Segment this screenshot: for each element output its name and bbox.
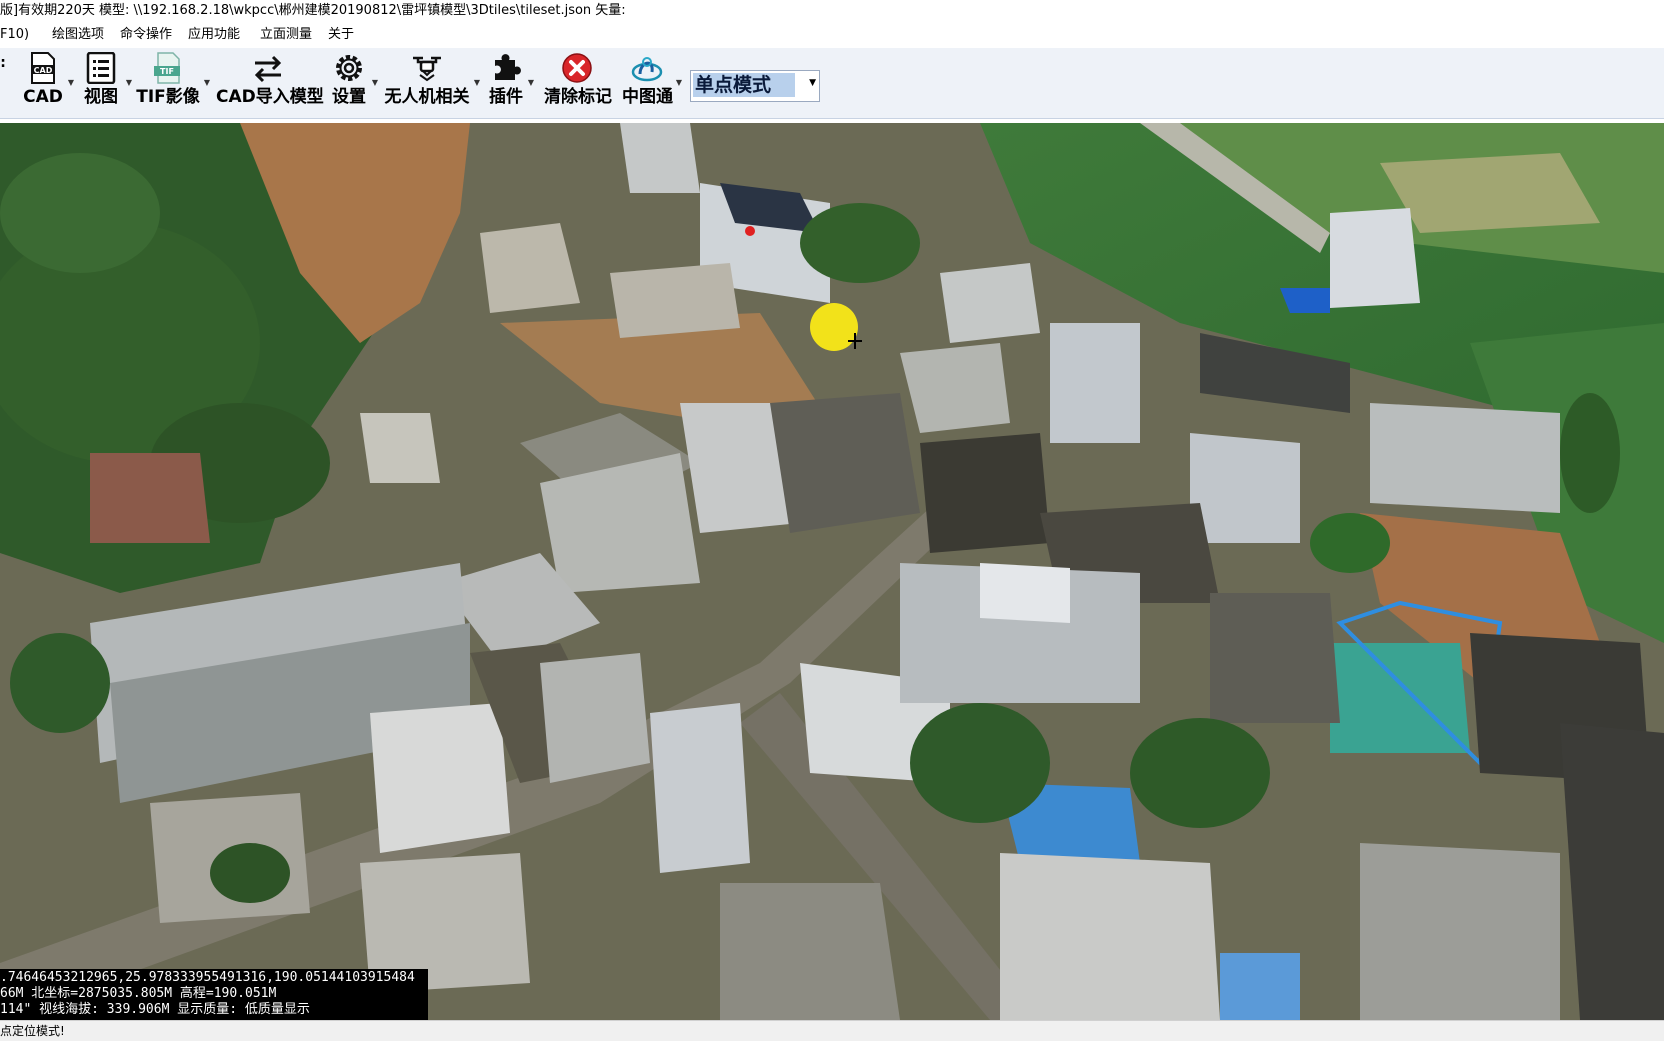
drone-label: 无人机相关 (384, 87, 470, 107)
cad-button[interactable]: CAD CAD ▼ (22, 52, 74, 114)
drone-button[interactable]: 无人机相关 ▼ (384, 52, 480, 114)
chevron-down-icon[interactable]: ▼ (372, 78, 378, 87)
chevron-down-icon[interactable]: ▼ (809, 78, 816, 88)
gear-icon (330, 52, 368, 86)
tif-image-label: TIF影像 (136, 87, 200, 107)
svg-text:TIF: TIF (160, 67, 174, 76)
tif-file-icon: TIF (136, 52, 200, 86)
zhongtutong-button[interactable]: 中图通 ▼ (622, 52, 682, 114)
chevron-down-icon[interactable]: ▼ (126, 78, 132, 87)
aerial-city-model (0, 123, 1664, 1020)
plugin-label: 插件 (489, 87, 523, 107)
svg-text:CAD: CAD (34, 66, 53, 75)
coordinate-line-northing: 66M 北坐标=2875035.805M 高程=190.051M (0, 986, 277, 1001)
view-label: 视图 (84, 87, 118, 107)
toolbar-partial-button[interactable]: : (0, 52, 6, 114)
tif-image-button[interactable]: TIF TIF影像 ▼ (136, 52, 210, 114)
title-bar: 版]有效期220天 模型: \\192.168.2.18\wkpcc\郴州建模2… (0, 0, 1664, 22)
status-text: 点定位模式! (0, 1024, 65, 1038)
menu-item-shortcut[interactable]: F10) (0, 22, 29, 48)
view-list-icon (80, 51, 122, 86)
cad-label: CAD (23, 87, 63, 107)
clear-marks-button[interactable]: 清除标记 (544, 52, 612, 114)
mode-select-value: 单点模式 (693, 73, 795, 97)
cad-icon: CAD (22, 52, 64, 86)
zhongtutong-logo-icon (622, 52, 672, 86)
chevron-down-icon[interactable]: ▼ (676, 78, 682, 87)
chevron-down-icon[interactable]: ▼ (204, 78, 210, 87)
settings-label: 设置 (332, 87, 366, 107)
chevron-down-icon[interactable]: ▼ (68, 78, 74, 87)
toolbar: : CAD CAD ▼ 视图 ▼ TIF TIF影像 ▼ CAD导入模型 设置 … (0, 48, 1664, 119)
coordinate-line-altitude: 114" 视线海拔: 339.906M 显示质量: 低质量显示 (0, 1002, 310, 1017)
mode-select[interactable]: 单点模式 ▼ (690, 70, 820, 102)
red-x-icon (544, 52, 610, 86)
location-marker (810, 303, 858, 351)
cad-import-model-button[interactable]: CAD导入模型 (216, 52, 324, 114)
plugin-button[interactable]: 插件 ▼ (488, 52, 534, 114)
coordinate-line-lonlat: .74646453212965,25.978333955491316,190.0… (0, 970, 415, 985)
menu-item-about[interactable]: 关于 (328, 22, 354, 48)
chevron-down-icon[interactable]: ▼ (474, 78, 480, 87)
coordinate-readout-panel: .74646453212965,25.978333955491316,190.0… (0, 969, 428, 1021)
menu-bar: F10) 绘图选项 命令操作 应用功能 立面测量 关于 (0, 22, 1664, 48)
swap-arrows-icon (216, 52, 320, 86)
zhongtutong-label: 中图通 (622, 87, 673, 107)
drone-icon (384, 52, 470, 86)
menu-item-command[interactable]: 命令操作 (120, 22, 172, 48)
view-button[interactable]: 视图 ▼ (80, 51, 132, 114)
puzzle-icon (488, 52, 524, 86)
clear-marks-label: 清除标记 (544, 87, 612, 107)
menu-item-facade-measure[interactable]: 立面测量 (260, 22, 312, 48)
window-title: 版]有效期220天 模型: \\192.168.2.18\wkpcc\郴州建模2… (0, 3, 626, 18)
3d-model-viewport[interactable] (0, 123, 1664, 1020)
chevron-down-icon[interactable]: ▼ (528, 78, 534, 87)
menu-item-drawing-options[interactable]: 绘图选项 (52, 22, 104, 48)
status-bar: 点定位模式! (0, 1020, 1664, 1041)
menu-item-applications[interactable]: 应用功能 (188, 22, 240, 48)
settings-button[interactable]: 设置 ▼ (330, 52, 378, 114)
placed-mark-point (745, 226, 755, 236)
cad-import-model-label: CAD导入模型 (216, 87, 324, 107)
